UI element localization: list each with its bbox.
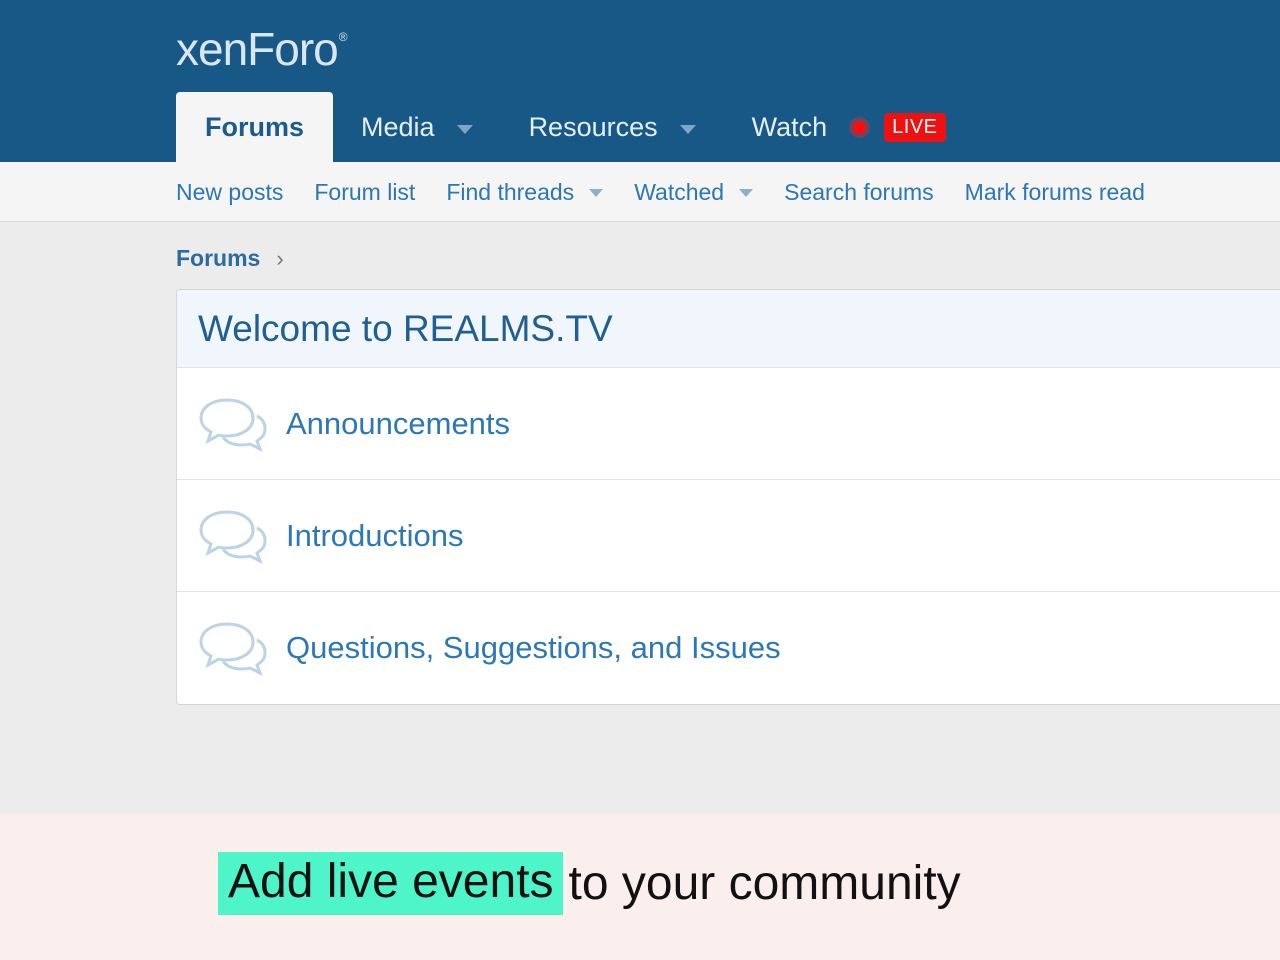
subnav-new-posts[interactable]: New posts (176, 179, 283, 206)
category-title-text: Welcome to REALMS.TV (198, 307, 613, 349)
subnav-label: Search forums (784, 178, 934, 205)
subnav-mark-forums-read[interactable]: Mark forums read (965, 179, 1145, 206)
subnav-label: Forum list (314, 178, 416, 205)
forum-node: Introductions (177, 480, 1280, 592)
subnav-label: New posts (176, 178, 284, 205)
subnav-search-forums[interactable]: Search forums (784, 179, 934, 206)
tab-watch[interactable]: Watch LIVE (724, 92, 974, 162)
forum-node-title[interactable]: Introductions (286, 518, 464, 554)
chevron-down-icon[interactable] (456, 124, 473, 134)
forum-category-block: Welcome to REALMS.TV Announcements Intro… (176, 289, 1280, 705)
tab-resources-label: Resources (528, 111, 658, 142)
logo-registered-mark: ® (338, 30, 348, 44)
forum-node-title[interactable]: Questions, Suggestions, and Issues (286, 630, 781, 666)
subnav-label: Watched (634, 178, 725, 205)
tab-forums-label: Forums (205, 111, 305, 142)
subnav-forum-list[interactable]: Forum list (314, 179, 415, 206)
tab-media-label: Media (361, 111, 435, 142)
forum-node-title[interactable]: Announcements (286, 406, 510, 442)
subnav-watched[interactable]: Watched (634, 178, 754, 206)
subnav-find-threads[interactable]: Find threads (446, 178, 604, 206)
breadcrumb-forums-link[interactable]: Forums (176, 245, 260, 272)
logo-text: xenForo (176, 23, 339, 75)
tab-forums[interactable]: Forums (176, 92, 334, 162)
chevron-down-icon[interactable] (739, 189, 754, 197)
promo-rest-text: to your community (568, 857, 961, 910)
subnav-label: Mark forums read (964, 178, 1145, 205)
promo-highlight-text: Add live events (218, 852, 563, 915)
chat-bubbles-icon (199, 509, 267, 564)
breadcrumb: Forums › (176, 245, 284, 272)
site-header: xenForo® Forums Media Resources Watch LI… (0, 0, 1280, 162)
live-badge: LIVE (884, 112, 946, 142)
live-dot-icon (853, 120, 867, 134)
tab-media[interactable]: Media (333, 92, 501, 162)
chat-bubbles-icon (199, 622, 267, 676)
subnav-label: Find threads (446, 178, 575, 205)
chevron-right-icon: › (276, 245, 284, 271)
sub-nav: New posts Forum list Find threads Watche… (0, 162, 1280, 222)
tab-watch-label: Watch (751, 111, 828, 142)
main-nav: Forums Media Resources Watch LIVE (176, 92, 974, 162)
promo-caption: Add live events to your community (218, 852, 961, 915)
site-logo[interactable]: xenForo® (176, 22, 348, 76)
chat-bubbles-icon (199, 397, 267, 452)
category-title[interactable]: Welcome to REALMS.TV (177, 290, 1280, 368)
forum-node: Announcements (177, 368, 1280, 480)
chevron-down-icon[interactable] (679, 124, 696, 134)
chevron-down-icon[interactable] (589, 189, 604, 197)
tab-resources[interactable]: Resources (501, 92, 724, 162)
forum-node: Questions, Suggestions, and Issues (177, 592, 1280, 704)
